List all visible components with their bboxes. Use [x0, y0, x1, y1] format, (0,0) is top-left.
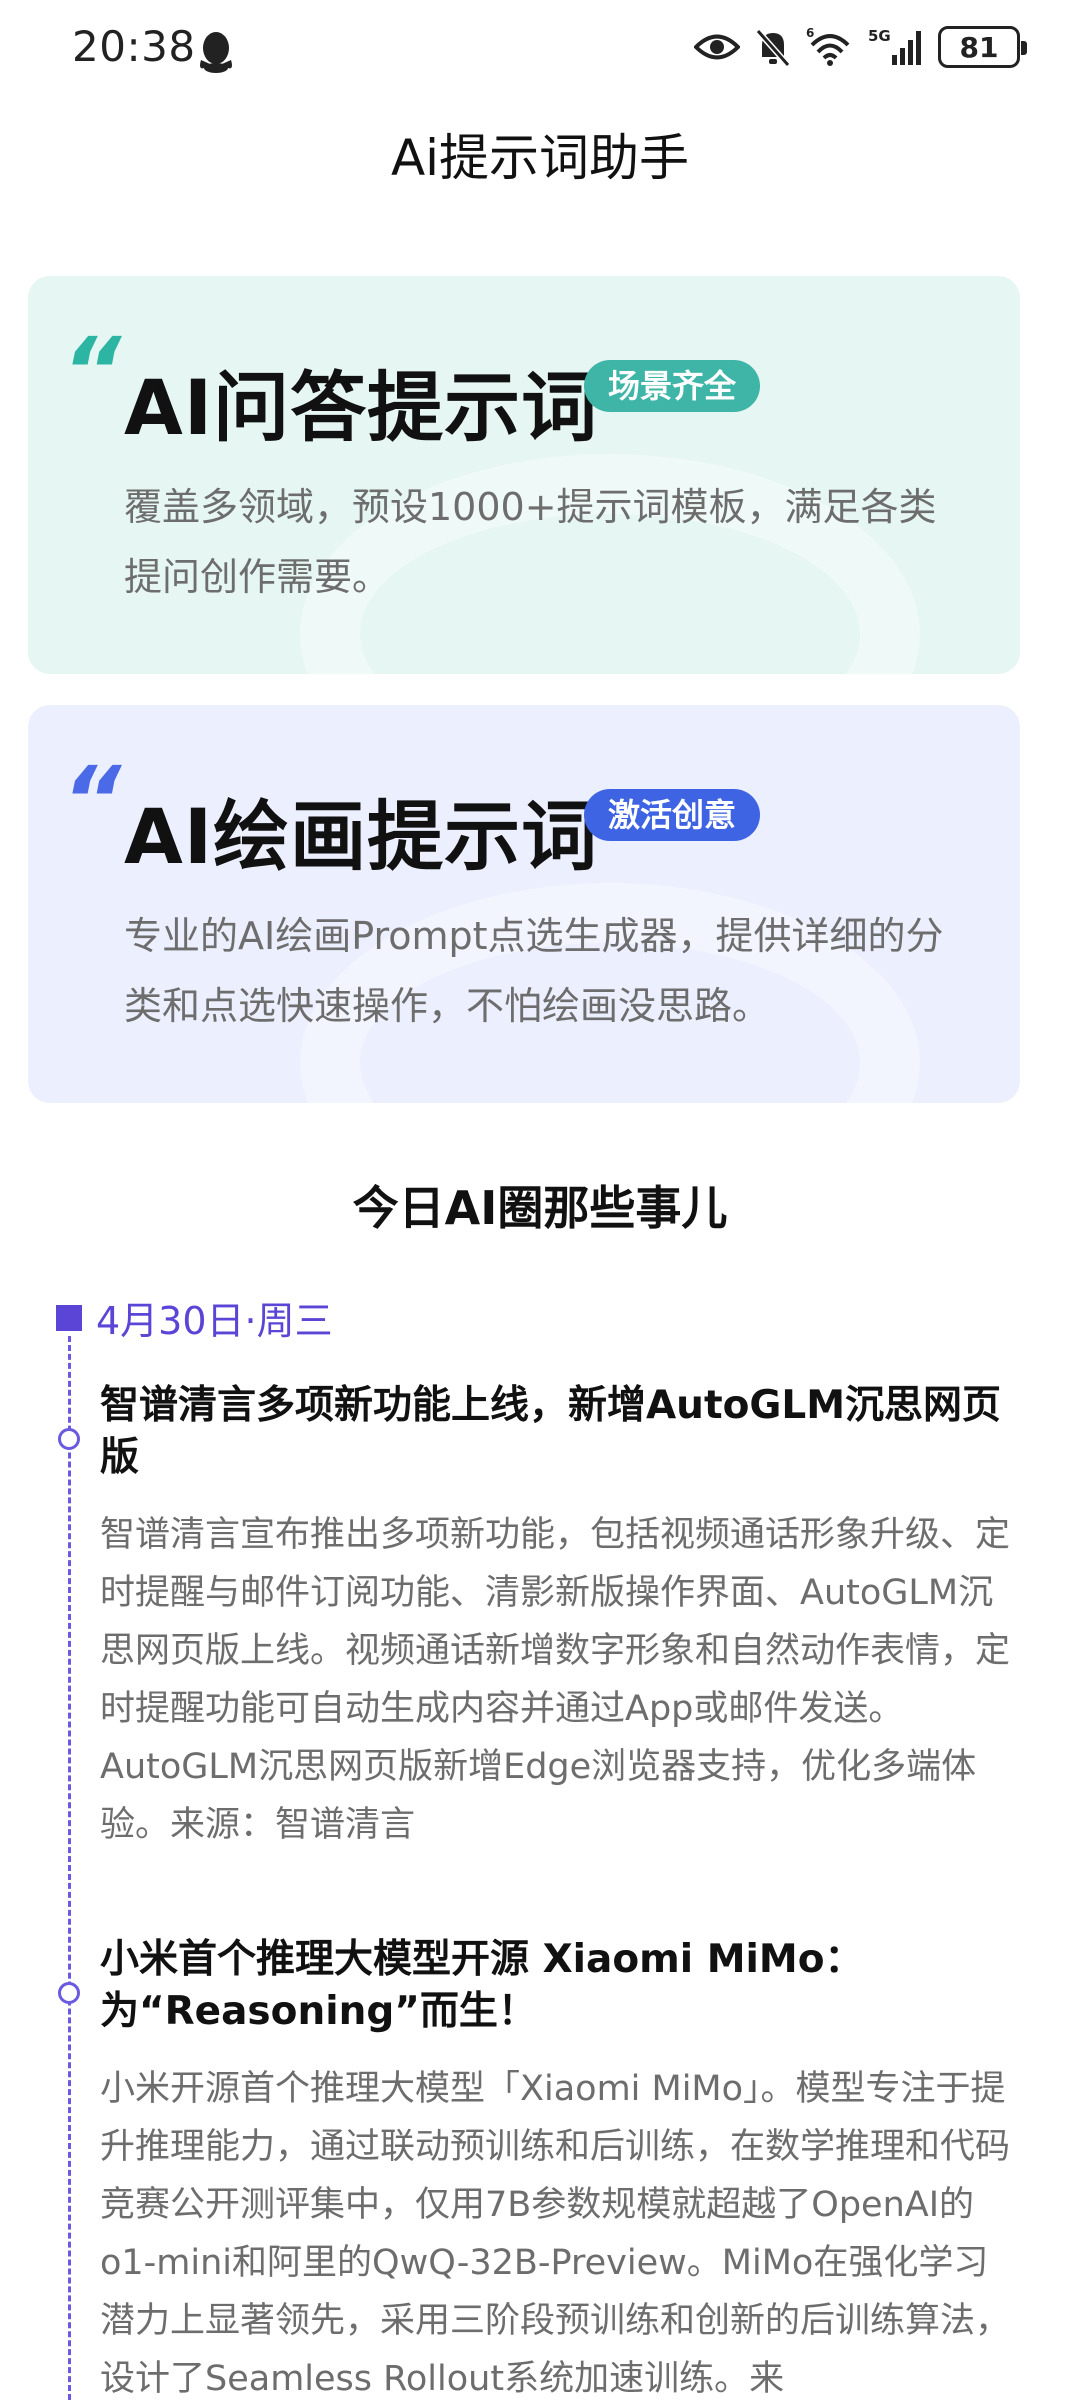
- quote-icon: “: [62, 747, 122, 854]
- drawing-card-description: 专业的AI绘画Prompt点选生成器，提供详细的分类和点选快速操作，不怕绘画没思…: [124, 914, 944, 1028]
- qa-card-title: AI问答提示词: [124, 363, 599, 452]
- news-item-body: 智谱清言宣布推出多项新功能，包括视频通话形象升级、定时提醒与邮件订阅功能、清影新…: [100, 1515, 1011, 1845]
- quote-icon: “: [62, 318, 122, 425]
- svg-text:6: 6: [806, 27, 814, 40]
- svg-text:5G: 5G: [868, 27, 891, 45]
- battery-icon: 81: [938, 26, 1027, 68]
- news-date: 4月30日·周三: [96, 1299, 333, 1343]
- wifi-icon: 6: [806, 27, 850, 66]
- qa-card-description: 覆盖多领域，预设1000+提示词模板，满足各类提问创作需要。: [124, 485, 937, 599]
- page-title: Ai提示词助手: [390, 129, 690, 187]
- news-item-title: 小米首个推理大模型开源 Xiaomi MiMo：为“Reasoning”而生！: [100, 1937, 864, 2034]
- drawing-prompt-card[interactable]: “ AI绘画提示词 激活创意 专业的AI绘画Prompt点选生成器，提供详细的分…: [28, 705, 1020, 1103]
- news-date-row: 4月30日·周三: [56, 1290, 333, 1345]
- status-time: 20:38: [72, 22, 196, 71]
- news-section-title: 今日AI圈那些事儿: [352, 1181, 728, 1235]
- news-item[interactable]: 小米首个推理大模型开源 Xiaomi MiMo：为“Reasoning”而生！ …: [100, 1934, 1020, 2408]
- battery-level: 81: [959, 30, 999, 64]
- news-item[interactable]: 智谱清言多项新功能上线，新增AutoGLM沉思网页版 智谱清言宣布推出多项新功能…: [100, 1380, 1020, 1854]
- mute-bell-icon: [755, 29, 791, 67]
- date-marker-icon: [56, 1304, 82, 1331]
- qa-card-tag: 场景齐全: [584, 360, 761, 412]
- news-item-title: 智谱清言多项新功能上线，新增AutoGLM沉思网页版: [100, 1383, 1002, 1480]
- news-item-body: 小米开源首个推理大模型「Xiaomi MiMo」。模型专注于提升推理能力，通过联…: [100, 2069, 1011, 2399]
- signal-icon: 5G: [868, 27, 921, 65]
- timeline-node: [58, 1428, 80, 1450]
- eye-icon: [694, 34, 740, 60]
- qa-prompt-card[interactable]: “ AI问答提示词 场景齐全 覆盖多领域，预设1000+提示词模板，满足各类提问…: [28, 276, 1020, 674]
- timeline-node: [58, 1982, 80, 2004]
- drawing-card-title: AI绘画提示词: [124, 792, 599, 881]
- drawing-card-tag: 激活创意: [584, 789, 761, 841]
- status-bar: 20:38 6 5G 81: [0, 0, 1080, 100]
- qq-icon: [200, 32, 232, 73]
- timeline-line: [68, 1336, 71, 2400]
